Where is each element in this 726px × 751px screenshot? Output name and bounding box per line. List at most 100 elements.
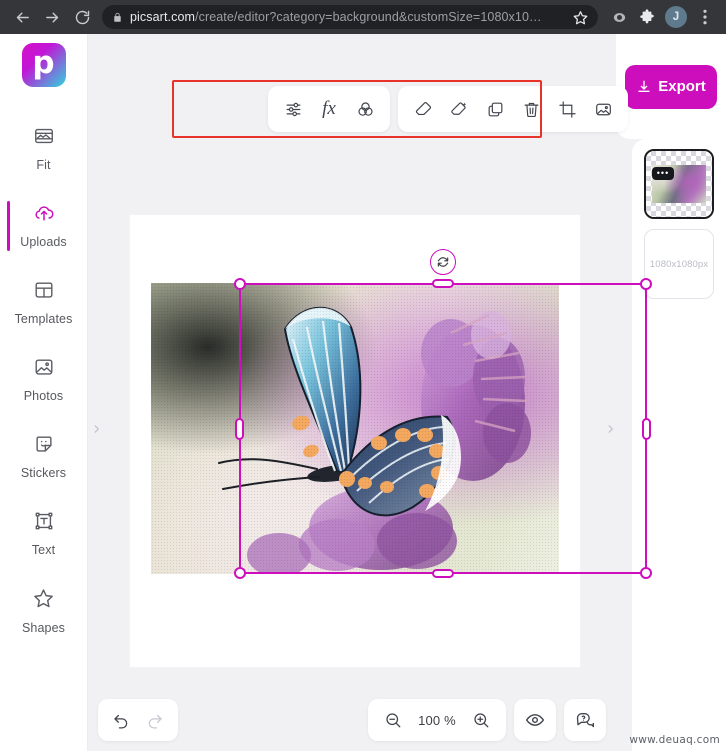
eraser-icon bbox=[415, 101, 431, 115]
resize-handle-left[interactable] bbox=[235, 417, 244, 440]
reload-button[interactable] bbox=[68, 3, 96, 31]
address-bar[interactable]: picsart.com/create/editor?category=backg… bbox=[102, 5, 598, 29]
effects-button[interactable]: fx bbox=[312, 92, 346, 126]
trash-icon bbox=[524, 102, 538, 117]
sidebar-item-uploads[interactable]: Uploads bbox=[0, 187, 87, 264]
duplicate-button[interactable] bbox=[478, 92, 512, 126]
extension-icon[interactable] bbox=[606, 3, 632, 31]
help-chat-icon bbox=[576, 713, 594, 728]
eye-icon bbox=[525, 714, 545, 726]
crop-button[interactable] bbox=[550, 92, 584, 126]
lock-icon bbox=[112, 11, 123, 24]
sidebar-item-shapes[interactable]: Shapes bbox=[0, 572, 87, 649]
zoom-in-icon bbox=[474, 713, 489, 728]
forward-button[interactable] bbox=[38, 3, 66, 31]
sidebar-item-label: Text bbox=[31, 543, 56, 557]
url-path: /create/editor?category=background&custo… bbox=[195, 10, 542, 24]
fit-image-icon bbox=[33, 125, 55, 152]
layer-menu-badge[interactable]: ••• bbox=[652, 167, 674, 180]
duplicate-icon bbox=[488, 102, 502, 116]
layer-background[interactable]: 1080x1080px bbox=[644, 229, 714, 299]
eraser-button[interactable] bbox=[406, 92, 440, 126]
zoom-out-button[interactable] bbox=[378, 705, 408, 735]
picsart-editor: p Fit Uploads Templates Photos Stickers … bbox=[0, 34, 726, 751]
sliders-icon bbox=[286, 102, 300, 116]
layer-image[interactable]: ••• bbox=[644, 149, 714, 219]
redo-icon bbox=[148, 714, 162, 729]
undo-icon bbox=[114, 714, 128, 729]
rotate-handle[interactable] bbox=[430, 249, 456, 275]
crop-icon bbox=[558, 100, 576, 118]
resize-handle-bottom[interactable] bbox=[432, 569, 454, 578]
redo-button[interactable] bbox=[140, 705, 170, 735]
profile-avatar[interactable]: J bbox=[665, 6, 687, 28]
history-controls bbox=[98, 699, 178, 741]
help-control bbox=[564, 699, 606, 741]
zoom-out-icon bbox=[386, 713, 401, 728]
left-sidebar: p Fit Uploads Templates Photos Stickers … bbox=[0, 34, 88, 751]
zoom-controls: 100 % bbox=[368, 699, 506, 741]
resize-handle-top-left[interactable] bbox=[234, 278, 246, 290]
sidebar-item-photos[interactable]: Photos bbox=[0, 341, 87, 418]
export-card: Export bbox=[616, 34, 726, 139]
logo-letter: p bbox=[21, 43, 66, 87]
bookmark-star-icon[interactable] bbox=[573, 10, 588, 25]
export-label: Export bbox=[658, 78, 706, 95]
upload-cloud-icon bbox=[33, 202, 55, 229]
resize-handle-bottom-right[interactable] bbox=[640, 567, 652, 579]
arrow-left-icon bbox=[16, 12, 29, 22]
fx-icon: fx bbox=[322, 98, 336, 119]
templates-grid-icon bbox=[33, 279, 55, 306]
magic-eraser-button[interactable] bbox=[442, 92, 476, 126]
reload-icon bbox=[75, 10, 89, 24]
delete-button[interactable] bbox=[514, 92, 548, 126]
sidebar-item-label: Shapes bbox=[22, 620, 65, 635]
export-button[interactable]: Export bbox=[625, 64, 717, 109]
back-button[interactable] bbox=[8, 3, 36, 31]
sidebar-item-templates[interactable]: Templates bbox=[0, 264, 87, 341]
download-icon bbox=[638, 80, 650, 92]
puzzle-piece-icon[interactable] bbox=[634, 3, 660, 31]
sticker-icon bbox=[33, 433, 55, 460]
zoom-in-button[interactable] bbox=[466, 705, 496, 735]
arrow-right-icon bbox=[45, 12, 58, 22]
zoom-level-label: 100 % bbox=[418, 712, 456, 728]
layer-size-label: 1080x1080px bbox=[649, 258, 709, 270]
view-controls: 100 % bbox=[368, 699, 606, 741]
resize-handle-right[interactable] bbox=[642, 417, 651, 440]
sidebar-item-label: Uploads bbox=[20, 235, 67, 249]
text-box-icon bbox=[33, 510, 55, 537]
adjust-button[interactable] bbox=[276, 92, 310, 126]
blend-button[interactable] bbox=[348, 92, 382, 126]
url-host: picsart.com bbox=[130, 10, 196, 24]
preview-control bbox=[514, 699, 556, 741]
star-shape-icon bbox=[32, 587, 55, 615]
sidebar-item-label: Photos bbox=[23, 389, 64, 403]
kebab-menu-icon[interactable] bbox=[692, 3, 718, 31]
sidebar-collapse-button[interactable] bbox=[88, 418, 104, 440]
replace-image-button[interactable] bbox=[586, 92, 620, 126]
url-text: picsart.com/create/editor?category=backg… bbox=[130, 10, 566, 24]
photo-icon bbox=[33, 356, 55, 383]
help-button[interactable] bbox=[570, 705, 600, 735]
canvas[interactable] bbox=[130, 215, 652, 667]
sidebar-items: Fit Uploads Templates Photos Stickers Te… bbox=[0, 96, 87, 751]
sidebar-item-label: Fit bbox=[36, 158, 51, 172]
sidebar-item-label: Stickers bbox=[20, 466, 67, 480]
preview-button[interactable] bbox=[520, 705, 550, 735]
sidebar-item-text[interactable]: Text bbox=[0, 495, 87, 572]
replace-image-icon bbox=[595, 103, 611, 115]
chevron-right-icon bbox=[94, 425, 99, 433]
sidebar-item-stickers[interactable]: Stickers bbox=[0, 418, 87, 495]
watermark: www.deuaq.com bbox=[629, 734, 720, 746]
selection-frame[interactable] bbox=[234, 249, 652, 579]
picsart-logo[interactable]: p bbox=[0, 34, 87, 96]
resize-handle-top[interactable] bbox=[432, 279, 454, 288]
resize-handle-bottom-left[interactable] bbox=[234, 567, 246, 579]
sidebar-item-fit[interactable]: Fit bbox=[0, 110, 87, 187]
browser-toolbar: picsart.com/create/editor?category=backg… bbox=[0, 0, 726, 34]
undo-button[interactable] bbox=[106, 705, 136, 735]
editor-area: fx 100 % bbox=[88, 34, 652, 751]
toolbar-group-edit: fx bbox=[268, 86, 390, 132]
resize-handle-top-right[interactable] bbox=[640, 278, 652, 290]
